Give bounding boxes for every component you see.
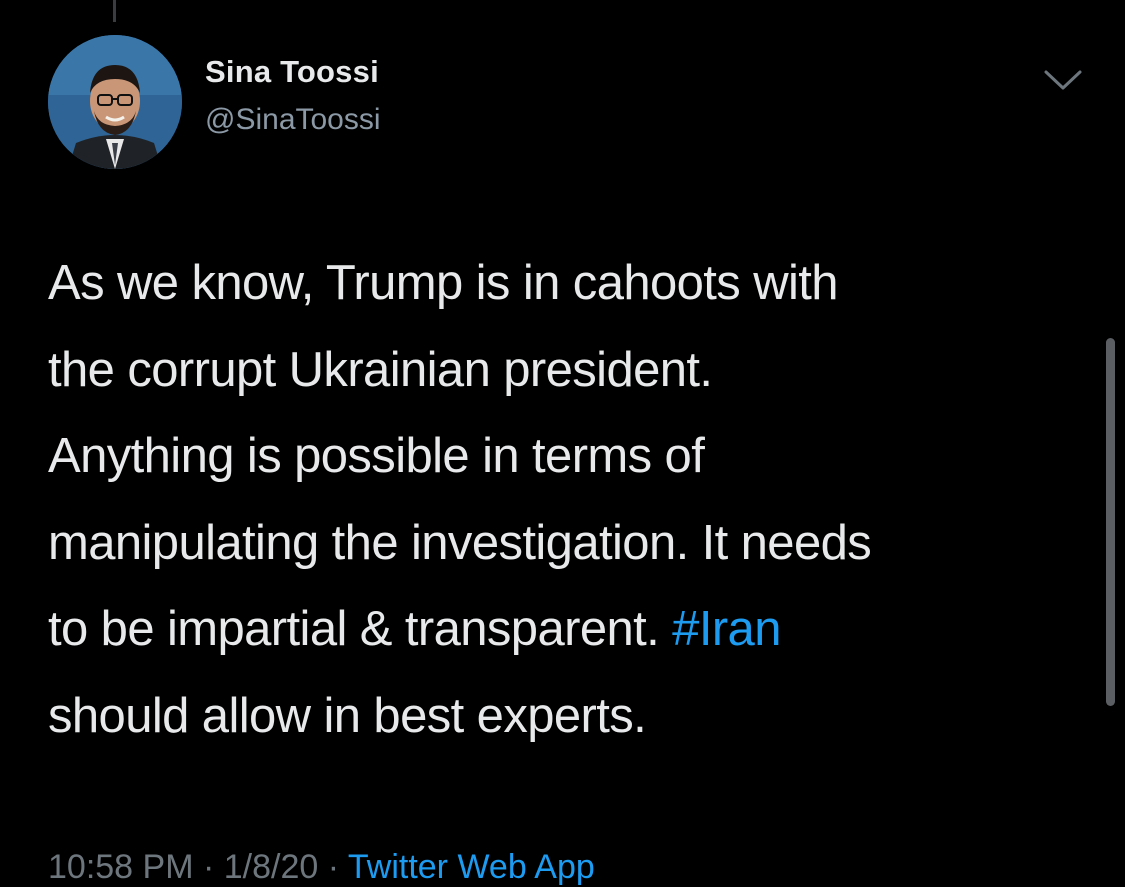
tweet-line: the corrupt Ukrainian president. [48,342,713,397]
tweet-timestamp[interactable]: 10:58 PM · 1/8/20 · [48,848,348,886]
tweet-footer: 10:58 PM · 1/8/20 · Twitter Web App [48,848,595,887]
tweet-text: As we know, Trump is in cahoots with the… [48,240,1058,759]
author-display-name[interactable]: Sina Toossi [205,54,379,90]
author-handle[interactable]: @SinaToossi [205,103,381,137]
tweet-line: As we know, Trump is in cahoots with [48,256,839,310]
tweet-source-link[interactable]: Twitter Web App [348,848,595,886]
tweet-line: to be impartial & transparent. #Iran [48,586,1058,673]
chevron-down-icon[interactable] [1042,64,1084,94]
tweet-line: manipulating the investigation. It needs [48,515,872,570]
tweet-line: should allow in best experts. [48,688,647,743]
profile-photo-icon [48,35,182,169]
avatar[interactable] [48,35,182,169]
hashtag-link[interactable]: #Iran [672,602,781,656]
tweet-line-text: to be impartial & transparent. [48,602,673,656]
thread-connector-line [113,0,116,22]
scrollbar[interactable] [1106,338,1115,706]
tweet-line: Anything is possible in terms of [48,429,705,483]
